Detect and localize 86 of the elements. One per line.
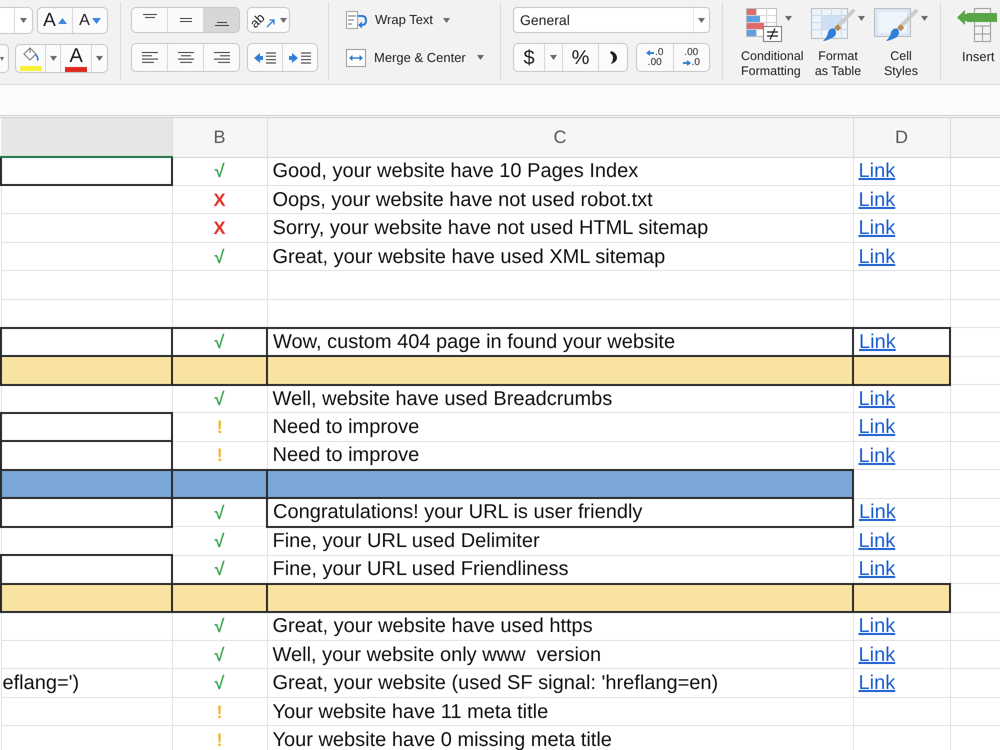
status-mark: √ bbox=[214, 388, 224, 409]
status-mark: √ bbox=[214, 559, 225, 580]
triangle-down-icon bbox=[92, 18, 101, 24]
caret-icon bbox=[50, 56, 57, 61]
merge-icon bbox=[346, 48, 366, 66]
font-color-button[interactable]: A bbox=[60, 45, 92, 72]
orientation-button[interactable]: ab bbox=[247, 7, 290, 33]
status-mark: √ bbox=[214, 616, 224, 636]
conditional-formatting-button[interactable]: Conditional Formatting bbox=[731, 0, 807, 84]
table-cell: Well, your website only www version bbox=[267, 640, 853, 669]
table-cell: Oops, your website have not used robot.txt bbox=[267, 185, 853, 214]
status-mark: √ bbox=[214, 161, 225, 182]
table-cell: Great, your website have used https bbox=[267, 612, 853, 640]
number-format-dropdown[interactable]: General bbox=[513, 7, 710, 33]
column-header[interactable]: D bbox=[853, 118, 950, 157]
status-mark: ! bbox=[216, 702, 222, 722]
currency-button[interactable]: $ bbox=[514, 44, 544, 71]
table-cell: Need to improve bbox=[267, 412, 853, 442]
merge-center-button[interactable]: Merge & Center bbox=[346, 48, 484, 68]
paint-bucket-icon bbox=[20, 46, 42, 70]
font-grow-button[interactable]: A bbox=[38, 8, 72, 33]
status-mark: √ bbox=[214, 530, 224, 551]
font-shrink-button[interactable]: A bbox=[72, 8, 107, 33]
bar-grid-icon bbox=[746, 8, 782, 42]
swatch-icon bbox=[65, 66, 88, 72]
cell-brush-icon bbox=[874, 8, 918, 42]
align-right-icon bbox=[214, 52, 230, 63]
caret-icon bbox=[476, 55, 484, 60]
align-center-icon bbox=[178, 52, 194, 63]
wrap-text-icon bbox=[346, 11, 368, 29]
triangle-up-icon bbox=[58, 18, 67, 24]
caret-icon bbox=[20, 18, 27, 23]
caret-icon bbox=[698, 18, 705, 22]
status-mark: √ bbox=[214, 502, 224, 523]
increase-decimal-button[interactable]: .0 .00 bbox=[637, 44, 672, 71]
percent-button[interactable]: % bbox=[562, 44, 598, 71]
status-mark: √ bbox=[214, 332, 224, 352]
table-cell: Sorry, your website have not used HTML sitemap bbox=[267, 214, 853, 242]
caret-icon bbox=[96, 56, 104, 61]
status-mark: X bbox=[213, 218, 226, 238]
dropdown-button[interactable] bbox=[0, 44, 9, 73]
wrap-text-button[interactable]: Wrap Text bbox=[346, 10, 450, 30]
table-cell: eflang=') bbox=[1, 668, 172, 698]
status-mark: ! bbox=[216, 417, 223, 438]
status-mark: √ bbox=[214, 644, 224, 665]
table-cell: Great, your website (used SF signal: 'hreflang=en) bbox=[267, 668, 853, 698]
caret-icon bbox=[858, 16, 865, 21]
table-brush-icon bbox=[811, 8, 855, 42]
status-mark: √ bbox=[214, 246, 224, 267]
cell-styles-button[interactable]: Cell Styles bbox=[869, 0, 933, 84]
decrease-decimal-button[interactable]: .00 .0 bbox=[672, 44, 709, 71]
table-cell: Great, your website have used XML sitemap bbox=[267, 242, 853, 271]
table-cell: Well, website have used Breadcrumbs bbox=[267, 384, 853, 413]
status-mark: ! bbox=[216, 445, 223, 466]
table-cell: Congratulations! your URL is user friendly bbox=[267, 498, 853, 527]
insert-button[interactable]: Insert bbox=[955, 0, 997, 64]
status-mark: √ bbox=[214, 673, 224, 694]
table-cell: Your website have 11 meta title bbox=[267, 697, 853, 726]
column-header[interactable]: C bbox=[267, 118, 853, 157]
table-cell: Good, your website have 10 Pages Index bbox=[267, 157, 853, 186]
caret-icon bbox=[550, 55, 557, 60]
table-cell: Wow, custom 404 page in found your website bbox=[267, 328, 853, 356]
caret-icon bbox=[443, 18, 450, 22]
vertical-align-button[interactable] bbox=[203, 8, 239, 32]
format-as-table-button[interactable]: Format as Table bbox=[807, 0, 869, 84]
align-bottom-icon bbox=[214, 22, 228, 26]
column-header[interactable] bbox=[1, 118, 172, 157]
caret-icon bbox=[785, 16, 792, 21]
caret-icon bbox=[921, 16, 928, 21]
insert-row-icon bbox=[957, 8, 997, 42]
indent-icon bbox=[289, 52, 311, 64]
table-cell: Fine, your URL used Delimiter bbox=[267, 526, 853, 556]
status-mark: ! bbox=[216, 730, 222, 750]
outdent-icon bbox=[254, 52, 276, 64]
diagonal-arrow-icon bbox=[266, 18, 275, 28]
align-top-icon bbox=[142, 14, 156, 18]
comma-icon bbox=[610, 51, 616, 64]
align-middle-icon bbox=[178, 18, 192, 22]
column-header[interactable]: B bbox=[172, 118, 267, 157]
align-left-icon bbox=[142, 52, 158, 63]
arrow-right-icon bbox=[682, 60, 691, 66]
status-mark: X bbox=[213, 190, 226, 210]
caret-icon bbox=[280, 18, 287, 22]
arrow-left-icon bbox=[646, 50, 654, 56]
caret-icon bbox=[0, 56, 4, 60]
link[interactable]: Link bbox=[859, 330, 896, 353]
